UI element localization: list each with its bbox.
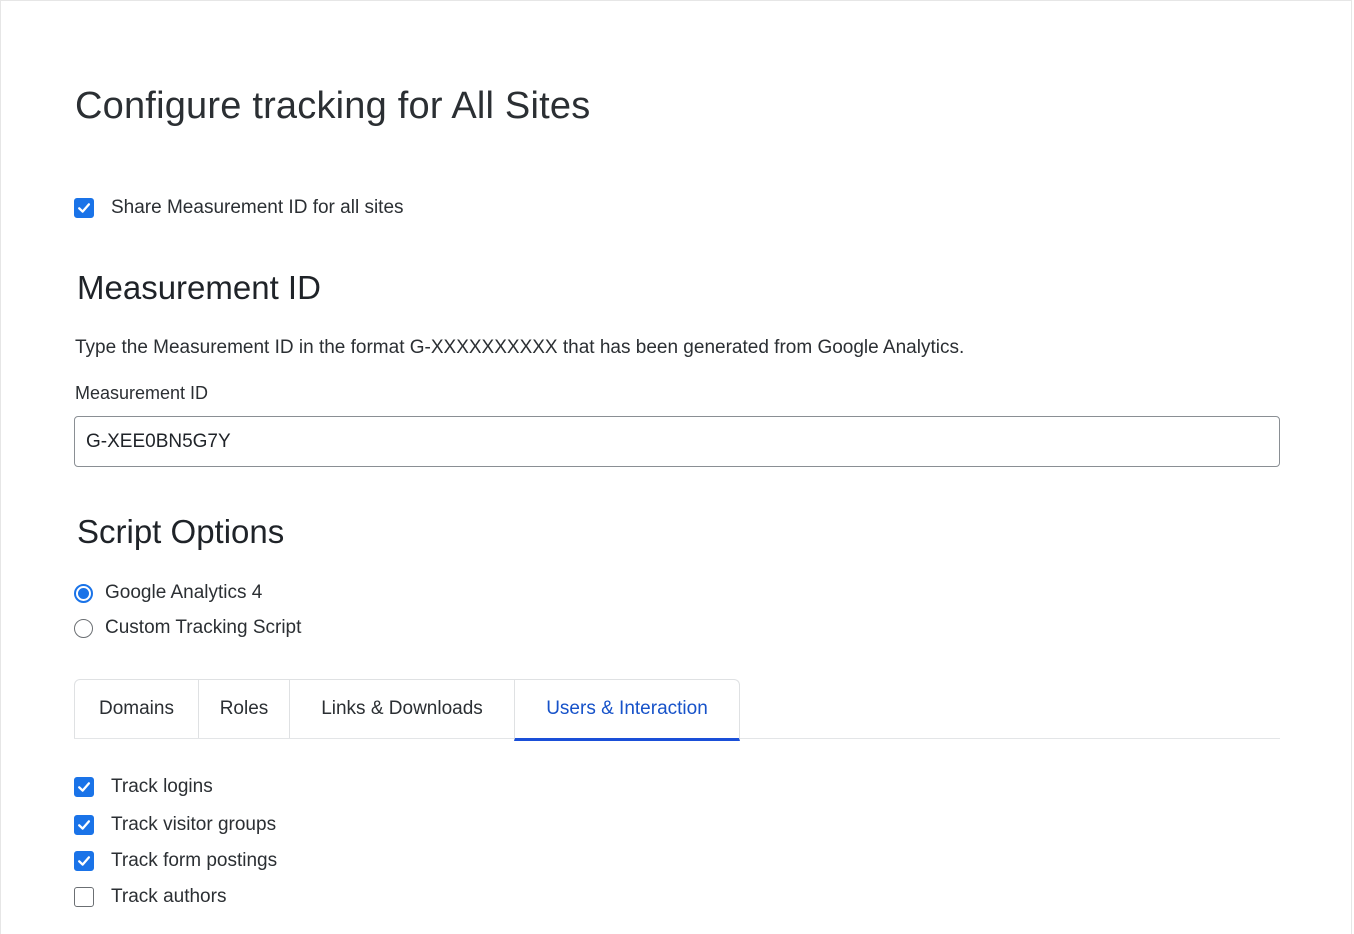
radio-google-analytics-4[interactable]: Google Analytics 4 [74, 582, 262, 604]
share-measurement-id-checkbox[interactable]: Share Measurement ID for all sites [74, 197, 404, 219]
tab-users-interaction[interactable]: Users & Interaction [514, 679, 740, 741]
settings-panel: Configure tracking for All Sites Share M… [0, 0, 1352, 934]
share-measurement-id-label: Share Measurement ID for all sites [111, 197, 404, 218]
tab-roles[interactable]: Roles [198, 679, 290, 738]
measurement-id-field-label: Measurement ID [75, 383, 209, 403]
radio-custom-tracking-script[interactable]: Custom Tracking Script [74, 617, 301, 639]
track-visitor-groups-checkbox[interactable]: Track visitor groups [74, 814, 276, 836]
checkbox-checked-icon[interactable] [74, 198, 94, 218]
track-form-postings-label: Track form postings [111, 850, 278, 871]
tab-domains[interactable]: Domains [74, 679, 199, 738]
measurement-id-input[interactable] [74, 416, 1280, 467]
checkbox-checked-icon[interactable] [74, 815, 94, 835]
radio-label: Google Analytics 4 [105, 582, 263, 603]
checkbox-unchecked-icon[interactable] [74, 887, 94, 907]
measurement-id-help-text: Type the Measurement ID in the format G-… [75, 337, 965, 358]
tracking-tabs: Domains Roles Links & Downloads Users & … [74, 679, 740, 741]
measurement-id-heading: Measurement ID [77, 269, 321, 306]
tab-links-downloads[interactable]: Links & Downloads [289, 679, 515, 738]
radio-unselected-icon[interactable] [74, 618, 93, 638]
checkbox-checked-icon[interactable] [74, 851, 94, 871]
radio-label: Custom Tracking Script [105, 617, 302, 638]
page-title: Configure tracking for All Sites [75, 85, 591, 127]
track-form-postings-checkbox[interactable]: Track form postings [74, 850, 277, 872]
track-logins-label: Track logins [111, 776, 213, 797]
track-authors-checkbox[interactable]: Track authors [74, 886, 226, 908]
checkbox-checked-icon[interactable] [74, 777, 94, 797]
radio-selected-icon[interactable] [74, 583, 93, 603]
script-options-heading: Script Options [77, 513, 285, 550]
track-logins-checkbox[interactable]: Track logins [74, 776, 213, 798]
track-authors-label: Track authors [111, 886, 227, 907]
track-visitor-groups-label: Track visitor groups [111, 814, 277, 835]
